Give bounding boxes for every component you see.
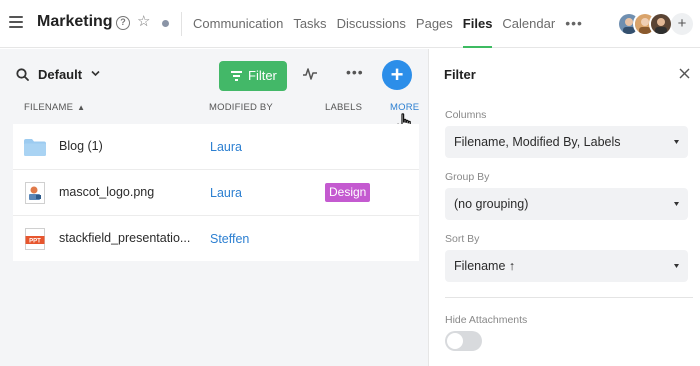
module-tabs: Communication Tasks Discussions Pages Fi…	[193, 0, 583, 48]
caret-down-icon	[674, 264, 679, 268]
tab-tasks[interactable]: Tasks	[293, 0, 326, 48]
add-member-button[interactable]: +	[671, 13, 693, 35]
column-header-labels[interactable]: LABELS	[325, 102, 362, 113]
star-icon[interactable]: ☆	[137, 13, 150, 31]
menu-icon[interactable]	[9, 16, 23, 28]
folder-icon	[24, 139, 46, 156]
sort-by-select-value: Filename ↑	[454, 259, 516, 273]
workspace-title: Marketing	[37, 13, 113, 30]
tab-communication[interactable]: Communication	[193, 0, 283, 48]
ppt-icon-text: PPT	[29, 238, 41, 244]
divider	[181, 12, 182, 36]
column-header-filename-label: FILENAME	[24, 102, 74, 113]
caret-down-icon	[674, 140, 679, 144]
filter-panel: Filter Columns Filename, Modified By, La…	[428, 49, 700, 366]
close-icon[interactable]	[679, 68, 690, 79]
activity-icon[interactable]	[302, 67, 318, 81]
filter-icon	[231, 71, 242, 83]
filter-button-label: Filter	[248, 68, 277, 83]
more-tabs-icon[interactable]: •••	[565, 0, 583, 48]
column-header-modified-by[interactable]: MODIFIED BY	[209, 102, 273, 113]
caret-down-icon	[674, 202, 679, 206]
column-more-link[interactable]: MORE	[390, 102, 419, 113]
sort-ascending-icon: ▲	[77, 103, 86, 112]
ppt-file-icon: PPT	[25, 228, 45, 250]
hide-attachments-label: Hide Attachments	[445, 314, 528, 326]
hide-attachments-toggle[interactable]	[445, 331, 482, 351]
filter-button[interactable]: Filter	[219, 61, 287, 91]
group-by-select[interactable]: (no grouping)	[445, 188, 688, 220]
toggle-knob	[447, 333, 463, 349]
modified-by-link[interactable]: Laura	[210, 186, 242, 200]
columns-select-value: Filename, Modified By, Labels	[454, 135, 621, 149]
column-header-filename[interactable]: FILENAME ▲	[24, 102, 85, 113]
help-icon[interactable]: ?	[116, 16, 130, 30]
table-row[interactable]: PPT stackfield_presentatio... Steffen	[13, 216, 419, 262]
status-dot-icon	[162, 20, 169, 27]
tab-files[interactable]: Files	[462, 0, 492, 48]
chevron-down-icon[interactable]	[91, 69, 100, 78]
add-file-button[interactable]: +	[382, 60, 412, 90]
files-list-area: Default Filter ••• + FILENAME ▲ MODIFIED …	[0, 49, 428, 366]
label-badge-design[interactable]: Design	[325, 183, 371, 202]
tab-discussions[interactable]: Discussions	[337, 0, 406, 48]
modified-by-link[interactable]: Laura	[210, 140, 242, 154]
panel-title: Filter	[444, 67, 476, 82]
file-name[interactable]: Blog (1)	[59, 139, 103, 153]
columns-select[interactable]: Filename, Modified By, Labels	[445, 126, 688, 158]
avatar[interactable]	[649, 12, 673, 36]
sort-by-label: Sort By	[445, 233, 480, 245]
file-name[interactable]: mascot_logo.png	[59, 185, 154, 199]
file-name[interactable]: stackfield_presentatio...	[59, 231, 190, 245]
files-table: Blog (1) Laura mascot_logo.png Laura Des…	[13, 124, 419, 261]
sort-by-select[interactable]: Filename ↑	[445, 250, 688, 282]
search-icon[interactable]	[16, 68, 29, 81]
top-bar: Marketing ? ☆ Communication Tasks Discus…	[0, 0, 700, 48]
more-options-icon[interactable]: •••	[346, 64, 364, 80]
divider	[445, 297, 693, 298]
table-row[interactable]: mascot_logo.png Laura Design	[13, 170, 419, 216]
columns-label: Columns	[445, 109, 487, 121]
view-selector[interactable]: Default	[38, 67, 82, 82]
modified-by-link[interactable]: Steffen	[210, 232, 249, 246]
list-toolbar: Default Filter ••• +	[0, 49, 428, 99]
tab-calendar[interactable]: Calendar	[502, 0, 555, 48]
table-row[interactable]: Blog (1) Laura	[13, 124, 419, 170]
group-by-label: Group By	[445, 171, 490, 183]
image-file-icon	[25, 182, 45, 204]
tab-pages[interactable]: Pages	[416, 0, 453, 48]
group-by-select-value: (no grouping)	[454, 197, 529, 211]
